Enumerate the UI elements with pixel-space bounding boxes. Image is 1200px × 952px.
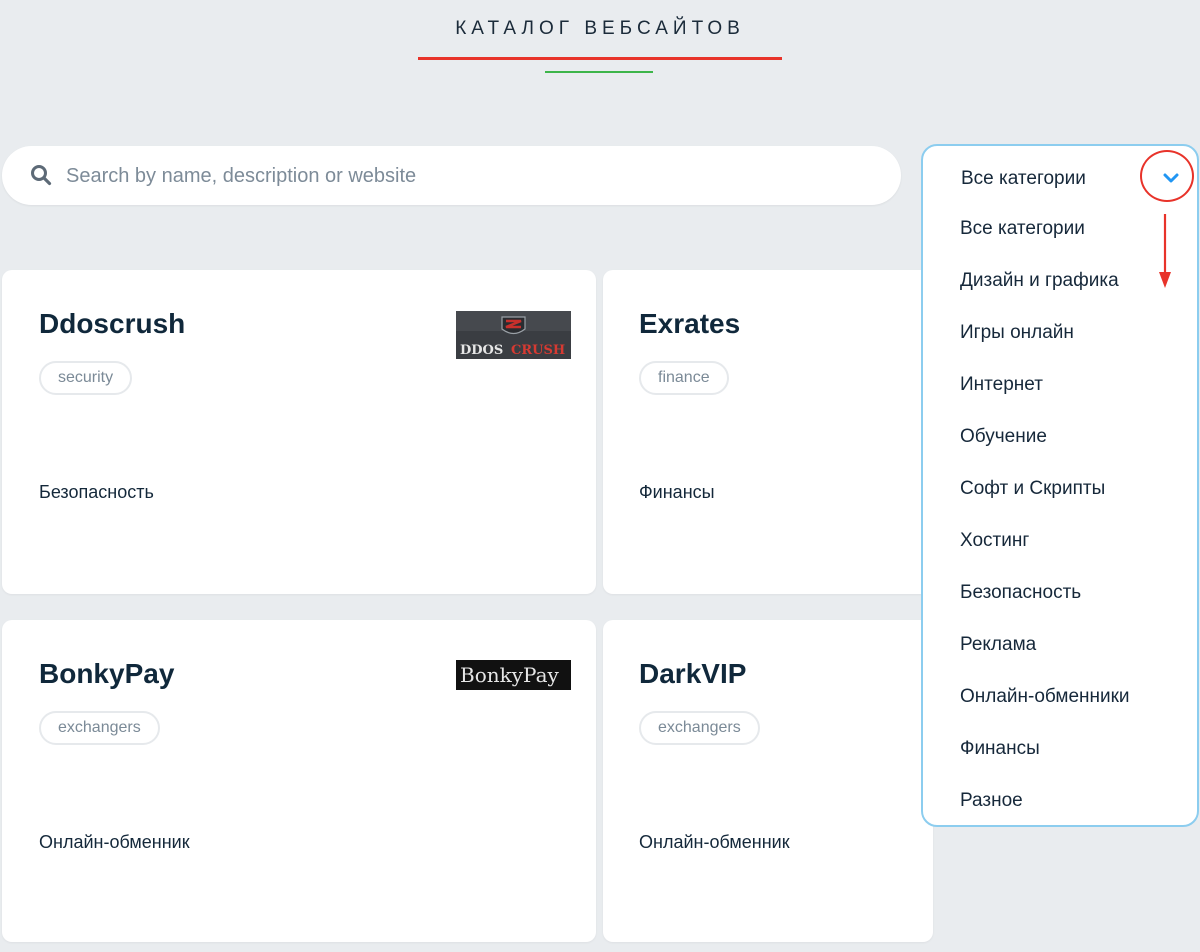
annotation-arrow-icon xyxy=(1159,214,1171,288)
bonkypay-logo-text: BonkyPay xyxy=(460,663,560,687)
dropdown-option[interactable]: Безопасность xyxy=(960,582,1130,634)
card-tag[interactable]: exchangers xyxy=(39,711,160,745)
ddoscrush-logo-text-b: CRUSH xyxy=(511,343,565,358)
search-input[interactable] xyxy=(66,156,866,196)
dropdown-option[interactable]: Онлайн-обменники xyxy=(960,686,1130,738)
ddoscrush-logo-text-a: DDOS xyxy=(460,343,503,358)
dropdown-option[interactable]: Дизайн и графика xyxy=(960,270,1130,322)
dropdown-option[interactable]: Обучение xyxy=(960,426,1130,478)
page-title: КАТАЛОГ ВЕБСАЙТОВ xyxy=(455,18,745,39)
ddoscrush-logo: DDOS CRUSH xyxy=(456,311,571,359)
card-tag[interactable]: security xyxy=(39,361,133,395)
dropdown-option[interactable]: Хостинг xyxy=(960,530,1130,582)
search-icon xyxy=(31,165,52,186)
dropdown-option[interactable]: Интернет xyxy=(960,374,1130,426)
card-title[interactable]: Exrates xyxy=(639,308,740,340)
title-underline-green xyxy=(545,71,653,73)
dropdown-option[interactable]: Все категории xyxy=(960,218,1130,270)
card-title[interactable]: DarkVIP xyxy=(639,658,746,690)
title-underline-red xyxy=(418,57,782,60)
search-box[interactable] xyxy=(2,146,901,205)
card-title[interactable]: Ddoscrush xyxy=(39,308,185,340)
card-category: Онлайн-обменник xyxy=(39,832,190,852)
card-title[interactable]: BonkyPay xyxy=(39,658,174,690)
dropdown-option[interactable]: Софт и Скрипты xyxy=(960,478,1130,530)
dropdown-option[interactable]: Финансы xyxy=(960,738,1130,790)
category-dropdown[interactable]: Все категории Все категории Дизайн и гра… xyxy=(921,144,1199,827)
card-category: Онлайн-обменник xyxy=(639,832,790,852)
dropdown-selected-value[interactable]: Все категории xyxy=(961,168,1086,190)
card-category: Безопасность xyxy=(39,482,154,502)
card-tag[interactable]: exchangers xyxy=(639,711,760,745)
dropdown-option[interactable]: Игры онлайн xyxy=(960,322,1130,374)
site-card-exrates[interactable]: Exrates finance Финансы xyxy=(603,270,933,594)
site-card-bonkypay[interactable]: BonkyPay exchangers Онлайн-обменник Bonk… xyxy=(2,620,596,942)
bonkypay-logo: BonkyPay xyxy=(456,660,571,690)
site-card-ddoscrush[interactable]: Ddoscrush security Безопасность DDOS CRU… xyxy=(2,270,596,594)
dropdown-option[interactable]: Реклама xyxy=(960,634,1130,686)
chevron-down-icon[interactable] xyxy=(1161,168,1181,188)
dropdown-options: Все категории Дизайн и графика Игры онла… xyxy=(960,218,1130,842)
site-card-darkvip[interactable]: DarkVIP exchangers Онлайн-обменник xyxy=(603,620,933,942)
dropdown-option[interactable]: Разное xyxy=(960,790,1130,842)
card-tag[interactable]: finance xyxy=(639,361,729,395)
card-category: Финансы xyxy=(639,482,715,502)
